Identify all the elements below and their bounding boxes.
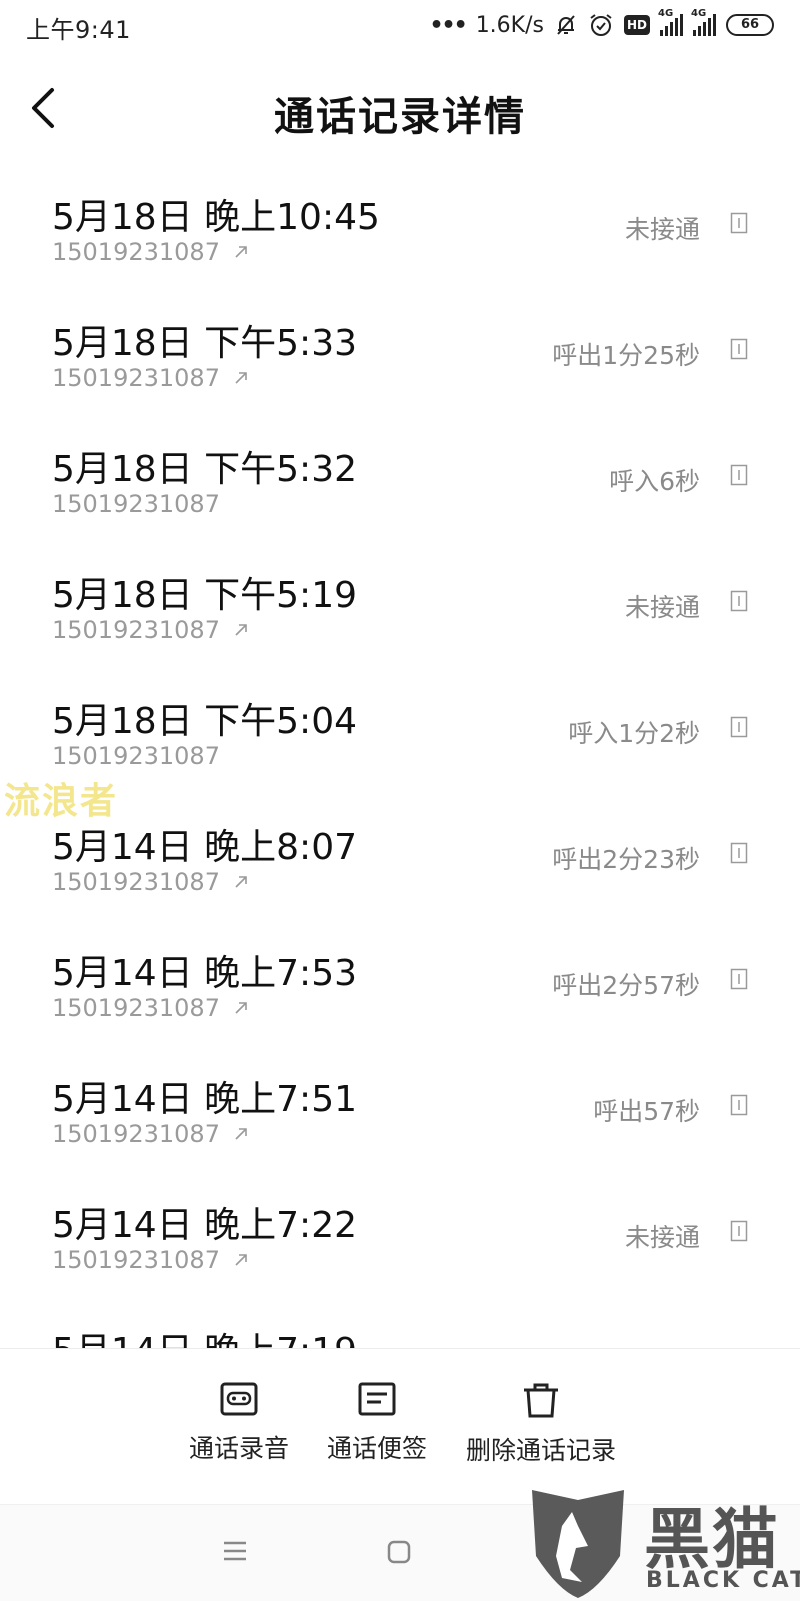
call-log-row[interactable]: 5月18日 下午5:33 15019231087 呼出1分25秒 [0, 294, 800, 420]
call-status: 呼出1分25秒 [552, 341, 700, 370]
sim-card-icon [730, 968, 748, 990]
call-time: 5月14日 晚上7:19 [52, 1322, 357, 1348]
call-time: 5月14日 晚上7:22 [52, 1205, 357, 1246]
sim-card-icon [730, 590, 748, 612]
sim-card-icon [730, 716, 748, 738]
call-time: 5月14日 晚上7:51 [52, 1079, 357, 1120]
home-square-icon [387, 1540, 411, 1564]
network-speed: 1.6K/s [475, 12, 544, 38]
call-log-row[interactable]: 5月18日 下午5:19 15019231087 未接通 [0, 546, 800, 672]
call-number: 15019231087 [52, 1120, 220, 1148]
call-status: 呼出57秒 [593, 1097, 700, 1126]
call-log-row[interactable]: 5月18日 下午5:04 15019231087 呼入1分2秒 [0, 672, 800, 798]
call-time: 5月18日 下午5:19 [52, 575, 357, 616]
call-number-wrap: 15019231087 [52, 490, 220, 518]
sim-card-icon [730, 212, 748, 234]
watermark-text: 流浪者 [4, 781, 119, 822]
call-status: 呼出2分57秒 [552, 971, 700, 1000]
call-note-label: 通话便签 [326, 1434, 427, 1463]
menu-icon [224, 1541, 246, 1561]
call-number-wrap: 15019231087 [52, 364, 248, 392]
call-number-wrap: 15019231087 [52, 616, 248, 644]
call-number: 15019231087 [52, 742, 220, 770]
home-button[interactable] [386, 1539, 412, 1569]
call-number: 15019231087 [52, 994, 220, 1022]
call-log-row[interactable]: 5月14日 晚上8:07 15019231087 呼出2分23秒 [0, 798, 800, 924]
signal-icon-1: 4G [658, 8, 683, 36]
call-time: 5月14日 晚上7:53 [52, 953, 357, 994]
call-status: 未接通 [624, 593, 700, 622]
call-recording-button[interactable]: 通话录音 [184, 1381, 294, 1465]
status-icons: ••• 1.6K/s HD 4G 4G 66 [429, 8, 774, 40]
call-time: 5月18日 下午5:33 [52, 323, 357, 364]
call-log-row[interactable]: 5月14日 晚上7:51 15019231087 呼出57秒 [0, 1050, 800, 1176]
call-status: 呼入1分2秒 [568, 719, 700, 748]
call-time: 5月14日 晚上8:07 [52, 827, 357, 868]
status-bar: 上午9:41 ••• 1.6K/s HD 4G 4G 66 [0, 0, 800, 50]
cat-shield-logo [532, 1490, 624, 1598]
call-log-row[interactable]: 5月18日 下午5:32 15019231087 呼入6秒 [0, 420, 800, 546]
call-status: 呼入6秒 [609, 467, 700, 496]
call-status: 未接通 [624, 215, 700, 244]
call-log-row[interactable]: 5月18日 晚上10:45 15019231087 未接通 [0, 168, 800, 294]
call-number: 15019231087 [52, 364, 220, 392]
trash-icon [524, 1383, 558, 1418]
outgoing-arrow-icon [235, 876, 247, 888]
outgoing-arrow-icon [235, 624, 247, 636]
more-dots-icon: ••• [429, 12, 468, 38]
sim-card-icon [730, 1220, 748, 1242]
call-number-wrap: 15019231087 [52, 994, 248, 1022]
call-recording-label: 通话录音 [188, 1434, 289, 1463]
header: 通话记录详情 [0, 60, 800, 160]
call-number-wrap: 15019231087 [52, 742, 220, 770]
call-time: 5月18日 下午5:04 [52, 701, 357, 742]
call-number: 15019231087 [52, 616, 220, 644]
alarm-icon [590, 14, 612, 36]
hd-badge: HD [623, 15, 650, 35]
outgoing-arrow-icon [235, 1254, 247, 1266]
call-time: 5月18日 下午5:32 [52, 449, 357, 490]
call-number-wrap: 15019231087 [52, 238, 248, 266]
brand-watermark: 黑猫 BLACK CAT [528, 1486, 800, 1600]
call-number-wrap: 15019231087 [52, 1120, 248, 1148]
outgoing-arrow-icon [235, 1002, 247, 1014]
call-number: 15019231087 [52, 1246, 220, 1274]
recent-apps-button[interactable] [222, 1539, 248, 1567]
delete-call-log-label: 删除通话记录 [465, 1436, 616, 1465]
call-log-row[interactable]: 5月14日 晚上7:22 15019231087 未接通 [0, 1176, 800, 1302]
call-number: 15019231087 [52, 868, 220, 896]
status-time: 上午9:41 [26, 16, 131, 44]
call-log-list[interactable]: 5月18日 晚上10:45 15019231087 未接通 5月18日 下午5:33 1… [0, 168, 800, 1348]
action-bar: 通话录音 通话便签 删除通话记录 [0, 1348, 800, 1505]
sim-card-icon [730, 1094, 748, 1116]
sim-card-icon [730, 842, 748, 864]
outgoing-arrow-icon [235, 372, 247, 384]
call-time: 5月18日 晚上10:45 [52, 197, 380, 238]
cassette-icon [220, 1382, 258, 1416]
call-log-row[interactable]: 5月14日 晚上7:19 [0, 1302, 800, 1348]
outgoing-arrow-icon [235, 1128, 247, 1140]
call-number-wrap: 15019231087 [52, 868, 248, 896]
call-note-button[interactable]: 通话便签 [322, 1381, 432, 1465]
sim-card-icon [730, 338, 748, 360]
call-number: 15019231087 [52, 490, 220, 518]
battery-indicator: 66 [726, 14, 774, 36]
delete-call-log-button[interactable]: 删除通话记录 [458, 1381, 624, 1467]
call-status: 呼出2分23秒 [552, 845, 700, 874]
signal-icon-2: 4G [691, 8, 716, 36]
page-title: 通话记录详情 [274, 94, 526, 140]
call-number-wrap: 15019231087 [52, 1246, 248, 1274]
note-icon [358, 1382, 396, 1416]
outgoing-arrow-icon [235, 246, 247, 258]
brand-watermark-en: BLACK CAT [646, 1568, 800, 1593]
call-log-row[interactable]: 5月14日 晚上7:53 15019231087 呼出2分57秒 [0, 924, 800, 1050]
mute-bell-icon [557, 15, 575, 35]
call-number: 15019231087 [52, 238, 220, 266]
call-status: 未接通 [624, 1223, 700, 1252]
sim-card-icon [730, 464, 748, 486]
